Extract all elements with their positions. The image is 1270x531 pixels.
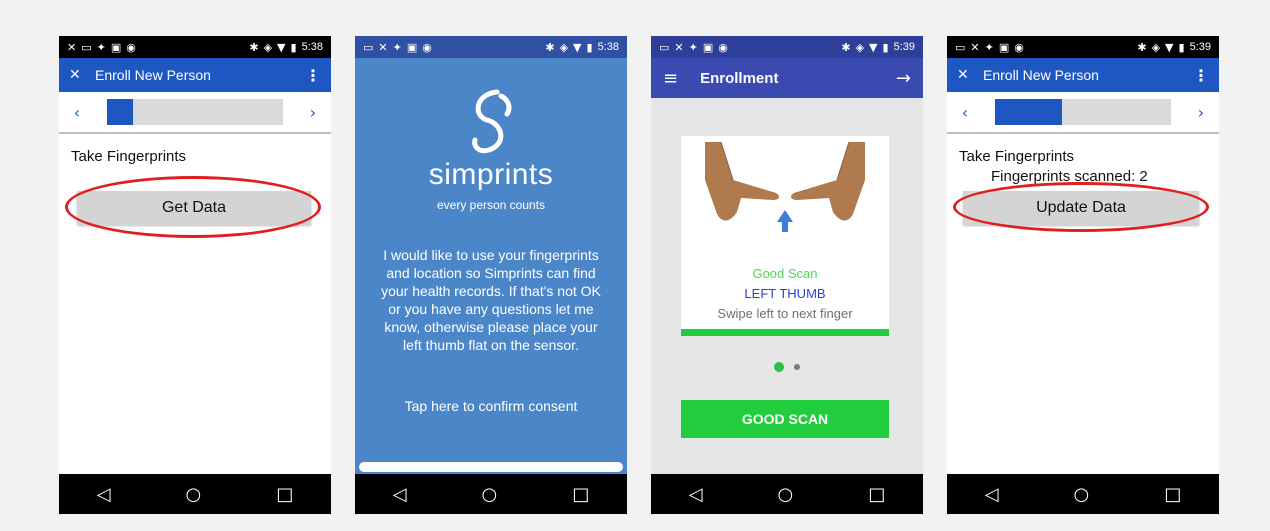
fingerprints-scanned-count: Fingerprints scanned: 2 (991, 168, 1148, 185)
phone-screen-enroll-get-data: ✕ ▭ ✦ ▣ ◉ ✱ ◈ ▼ ▮ 5:38 ✕ Enroll New Person ⋮ ‹ ›… (59, 36, 331, 514)
pager-prev-button[interactable]: ‹ (947, 103, 983, 122)
consent-panel: simprints every person counts I would li… (355, 58, 627, 474)
recents-icon[interactable]: □ (1164, 484, 1181, 505)
get-data-button[interactable]: Get Data (77, 191, 311, 225)
home-icon[interactable]: ○ (482, 484, 498, 505)
brand-name: simprints (428, 158, 554, 191)
status-bar: ✕ ▭ ✦ ▣ ◉ ✱ ◈ ▼ ▮ 5:38 (59, 36, 331, 58)
back-icon[interactable]: ◁ (985, 484, 999, 505)
status-time: 5:38 (301, 41, 323, 53)
android-nav-bar: ◁ ○ □ (59, 474, 331, 514)
system-icons: ✱ ◈ ▼ ▮ 5:39 (841, 40, 915, 54)
scan-status: Good Scan (752, 266, 818, 281)
notification-icons: ▭ ✕ ✦ ▣ ◉ (659, 40, 728, 54)
status-time: 5:39 (1189, 41, 1211, 53)
form-progress-bar (107, 99, 283, 125)
page-dot-active (774, 362, 784, 372)
update-data-button[interactable]: Update Data (963, 191, 1199, 225)
forward-arrow-icon[interactable]: → (896, 68, 911, 89)
notification-icons: ▭ ✕ ✦ ▣ ◉ (363, 40, 432, 54)
phone-screen-consent: ▭ ✕ ✦ ▣ ◉ ✱ ◈ ▼ ▮ 5:38 simprints every person co… (355, 36, 627, 514)
system-icons: ✱ ◈ ▼ ▮ 5:38 (545, 40, 619, 54)
phone-screen-enroll-update-data: ▭ ✕ ✦ ▣ ◉ ✱ ◈ ▼ ▮ 5:39 ✕ Enroll New Person ⋮ ‹ ›… (947, 36, 1219, 514)
home-icon[interactable]: ○ (186, 484, 202, 505)
form-pager: ‹ › (947, 92, 1219, 134)
simprints-logo-icon (472, 89, 512, 154)
app-bar: ✕ Enroll New Person ⋮ (947, 58, 1219, 92)
overflow-menu-icon[interactable]: ⋮ (1193, 66, 1209, 85)
android-nav-bar: ◁ ○ □ (947, 474, 1219, 514)
android-nav-bar: ◁ ○ □ (355, 474, 627, 514)
system-icons: ✱ ◈ ▼ ▮ 5:39 (1137, 40, 1211, 54)
form-progress-bar (995, 99, 1171, 125)
overflow-menu-icon[interactable]: ⋮ (305, 66, 321, 85)
app-bar-title: Enroll New Person (983, 67, 1099, 83)
back-icon[interactable]: ◁ (689, 484, 703, 505)
pager-next-button[interactable]: › (1183, 103, 1219, 122)
app-bar: ≡ Enrollment → (651, 58, 923, 98)
section-label: Take Fingerprints (71, 148, 187, 165)
hamburger-menu-icon[interactable]: ≡ (663, 68, 678, 89)
scan-card: Good Scan LEFT THUMB Swipe left to next … (681, 136, 889, 336)
back-icon[interactable]: ◁ (97, 484, 111, 505)
app-bar-title: Enroll New Person (95, 67, 211, 83)
status-time: 5:39 (893, 41, 915, 53)
status-time: 5:38 (597, 41, 619, 53)
section-label: Take Fingerprints (959, 148, 1075, 165)
pager-next-button[interactable]: › (295, 103, 331, 122)
back-icon[interactable]: ◁ (393, 484, 407, 505)
recents-icon[interactable]: □ (868, 484, 885, 505)
hands-illustration-icon (705, 141, 865, 232)
scan-area: Good Scan LEFT THUMB Swipe left to next … (651, 98, 923, 474)
form-progress-fill (995, 99, 1062, 125)
app-logo-icon: ✕ (957, 67, 969, 83)
notification-icons: ✕ ▭ ✦ ▣ ◉ (67, 40, 136, 54)
page-indicator (651, 362, 923, 372)
system-icons: ✱ ◈ ▼ ▮ 5:38 (249, 40, 323, 54)
instruction-text: Swipe left to next finger (717, 306, 853, 321)
home-icon[interactable]: ○ (778, 484, 794, 505)
form-progress-fill (107, 99, 134, 125)
status-bar: ▭ ✕ ✦ ▣ ◉ ✱ ◈ ▼ ▮ 5:38 (355, 36, 627, 58)
recents-icon[interactable]: □ (276, 484, 293, 505)
phone-screen-enrollment-scan: ▭ ✕ ✦ ▣ ◉ ✱ ◈ ▼ ▮ 5:39 ≡ Enrollment → Good Scan … (651, 36, 923, 514)
scan-quality-bar (681, 329, 889, 336)
form-pager: ‹ › (59, 92, 331, 134)
confirm-consent-button[interactable]: Tap here to confirm consent (355, 398, 627, 414)
app-logo-icon: ✕ (69, 67, 81, 83)
recents-icon[interactable]: □ (572, 484, 589, 505)
app-bar-title: Enrollment (700, 69, 779, 87)
notification-icons: ▭ ✕ ✦ ▣ ◉ (955, 40, 1024, 54)
brand-tagline: every person counts (436, 198, 546, 212)
app-bar: ✕ Enroll New Person ⋮ (59, 58, 331, 92)
pager-prev-button[interactable]: ‹ (59, 103, 95, 122)
progress-pill (359, 462, 623, 472)
home-icon[interactable]: ○ (1074, 484, 1090, 505)
android-nav-bar: ◁ ○ □ (651, 474, 923, 514)
status-bar: ▭ ✕ ✦ ▣ ◉ ✱ ◈ ▼ ▮ 5:39 (651, 36, 923, 58)
consent-message: I would like to use your fingerprints an… (381, 247, 601, 353)
status-bar: ▭ ✕ ✦ ▣ ◉ ✱ ◈ ▼ ▮ 5:39 (947, 36, 1219, 58)
page-dot (794, 364, 800, 370)
finger-label: LEFT THUMB (744, 286, 826, 301)
good-scan-button[interactable]: GOOD SCAN (681, 400, 889, 438)
